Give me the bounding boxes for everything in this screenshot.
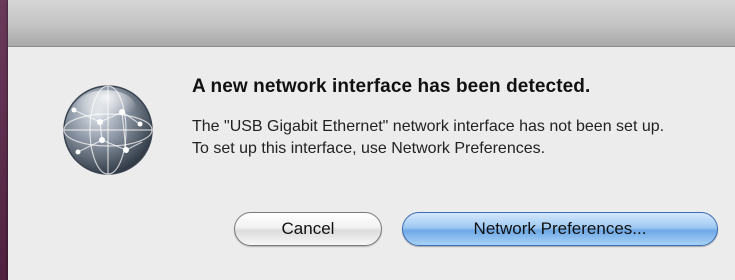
alert-dialog: A new network interface has been detecte… <box>8 0 735 280</box>
network-globe-icon <box>60 82 156 178</box>
window-titlebar[interactable] <box>8 0 735 47</box>
network-preferences-button[interactable]: Network Preferences... <box>402 212 718 246</box>
dialog-message: The "USB Gigabit Ethernet" network inter… <box>192 118 665 157</box>
cancel-button[interactable]: Cancel <box>234 212 382 246</box>
dialog-heading: A new network interface has been detecte… <box>192 76 591 97</box>
